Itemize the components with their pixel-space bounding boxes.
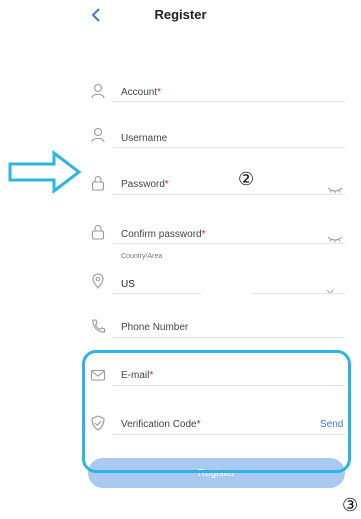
eye-closed-icon[interactable] [327,181,343,199]
required-marker: * [157,87,162,98]
step-2-marker: ② [238,169,255,190]
required-marker: * [201,229,206,240]
divider [113,337,345,338]
confirm-password-label: Confirm password [121,229,202,240]
divider [113,243,345,244]
divider [113,194,345,195]
divider [113,293,201,294]
highlight-box [82,350,351,473]
required-marker: * [164,179,169,190]
password-label: Password [121,179,165,190]
chevron-down-icon[interactable] [326,282,334,300]
confirm-password-field[interactable]: Confirm password* [121,229,206,240]
arrow-right-icon [8,149,82,199]
page-title: Register [154,7,207,22]
lock-icon [89,223,107,246]
phone-field[interactable]: Phone Number [121,322,188,333]
user-icon [89,126,107,149]
divider [251,293,345,294]
country-select[interactable]: US [121,279,135,290]
divider [113,101,345,102]
password-field[interactable]: Password* [121,179,169,190]
user-icon [89,82,107,105]
account-field[interactable]: Account* [121,87,161,98]
account-label: Account [121,87,158,98]
eye-closed-icon[interactable] [327,230,343,248]
lock-icon [89,174,107,197]
phone-label: Phone Number [121,322,189,333]
username-field[interactable]: Username [121,133,167,144]
divider [113,147,345,148]
location-pin-icon [89,272,107,295]
country-caption: Country/Area [121,253,163,260]
username-label: Username [121,133,168,144]
step-3-marker: ③ [342,495,359,516]
phone-icon [89,317,107,340]
